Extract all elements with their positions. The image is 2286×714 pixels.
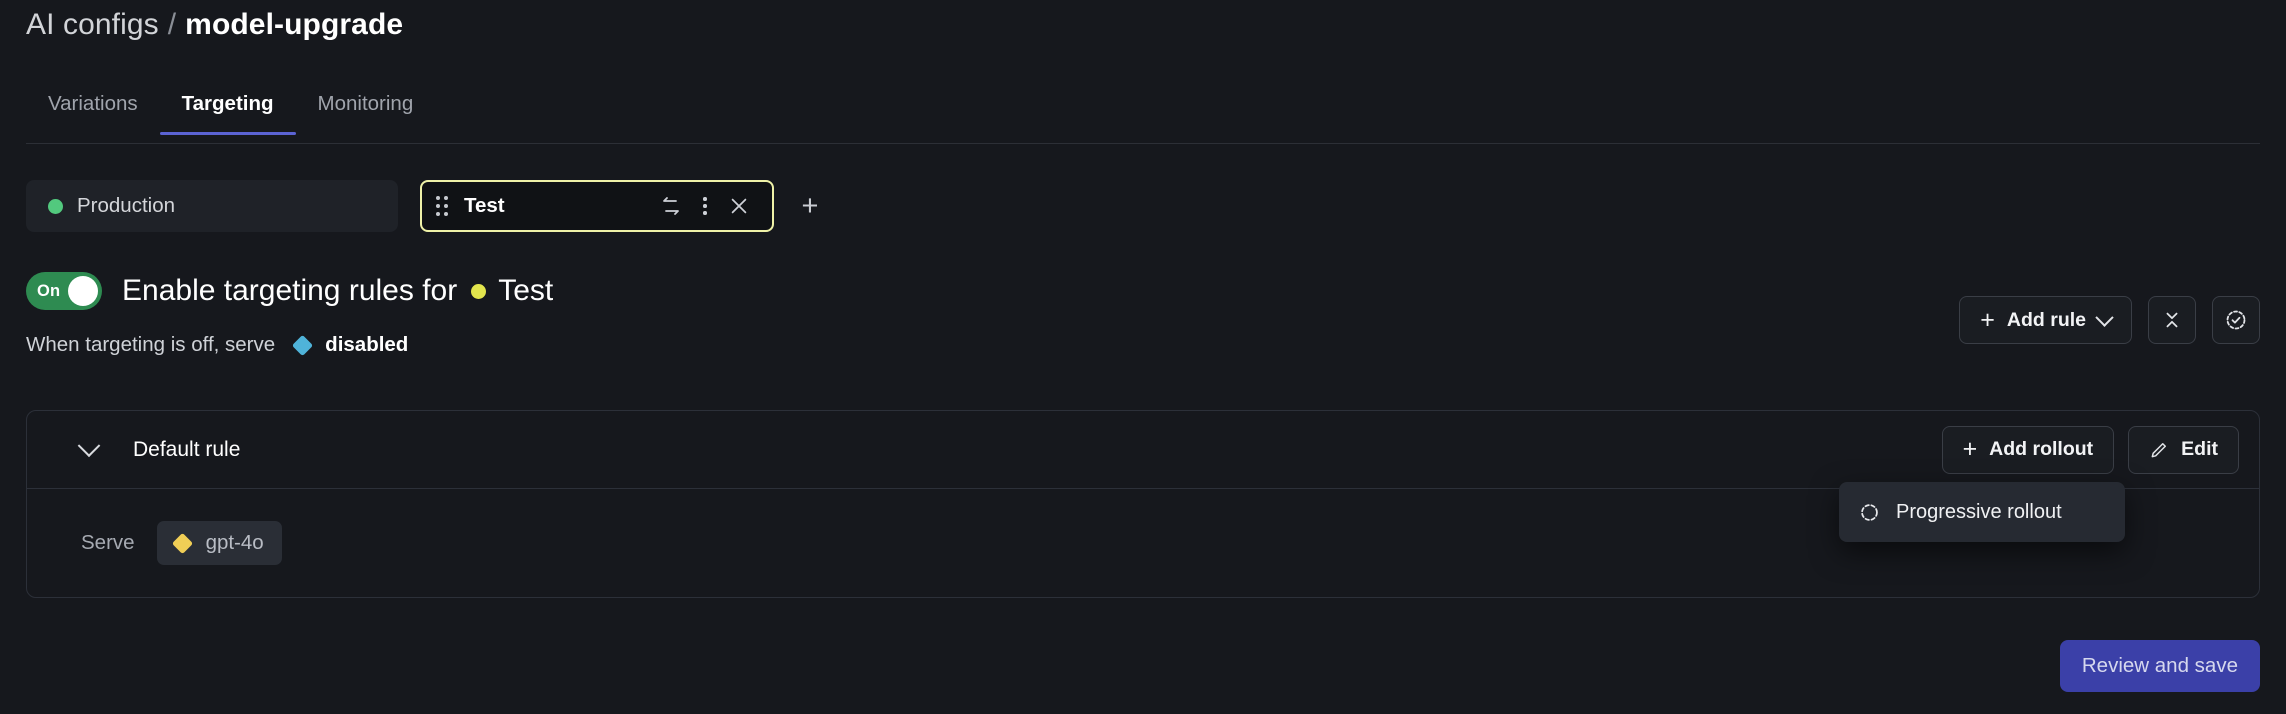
add-rollout-label: Add rollout <box>1989 438 2094 460</box>
targeting-title-text: Enable targeting rules for <box>122 274 458 307</box>
targeting-header: On Enable targeting rules for Test <box>26 272 553 310</box>
environment-tab-production[interactable]: Production <box>26 180 398 232</box>
environment-tab-test-label: Test <box>464 194 505 217</box>
serve-variation-chip[interactable]: gpt-4o <box>156 521 282 565</box>
variation-diamond-icon <box>292 334 314 356</box>
add-rollout-dropdown: Progressive rollout <box>1839 482 2125 542</box>
pencil-icon <box>2149 440 2169 460</box>
tab-monitoring-label: Monitoring <box>317 92 414 115</box>
collapse-all-icon <box>2161 309 2183 331</box>
variation-diamond-icon <box>171 532 193 554</box>
main-tabbar: Variations Targeting Monitoring <box>26 88 2260 144</box>
tab-variations-label: Variations <box>48 92 138 115</box>
toggle-knob <box>68 276 98 306</box>
page-title: Enable targeting rules for Test <box>122 274 553 308</box>
tab-targeting-label: Targeting <box>181 92 274 115</box>
add-environment-button[interactable]: + <box>792 188 828 224</box>
targeting-title-environment: Test <box>498 274 554 307</box>
tab-monitoring[interactable]: Monitoring <box>296 88 436 134</box>
targeting-toggle-state-label: On <box>37 281 61 300</box>
kebab-menu-icon[interactable] <box>688 189 722 223</box>
add-rule-button[interactable]: + Add rule <box>1959 296 2132 344</box>
targeting-off-description: When targeting is off, serve disabled <box>26 333 408 357</box>
menu-item-label: Progressive rollout <box>1896 500 2062 523</box>
breadcrumb: AI configs / model-upgrade <box>26 8 403 42</box>
environment-tabbar: Production Test + <box>26 180 828 232</box>
chevron-down-icon <box>2095 307 2114 327</box>
edit-rule-button[interactable]: Edit <box>2128 425 2239 474</box>
serve-variation-label: gpt-4o <box>205 531 264 554</box>
review-and-save-button[interactable]: Review and save <box>2059 640 2260 692</box>
plus-icon: + <box>1980 305 1995 334</box>
footer-actions: Review and save <box>2059 640 2260 692</box>
breadcrumb-parent-link[interactable]: AI configs <box>26 8 159 42</box>
collapse-all-button[interactable] <box>2148 296 2196 344</box>
tab-variations[interactable]: Variations <box>26 88 160 134</box>
plus-icon: + <box>1962 435 1978 463</box>
breadcrumb-separator: / <box>167 8 177 41</box>
progress-circle-icon <box>1859 502 1880 523</box>
default-rule-actions: + Add rollout Edit <box>1941 425 2239 474</box>
default-rule-header: Default rule + Add rollout Edit <box>27 411 2259 489</box>
close-icon[interactable] <box>722 189 756 223</box>
validate-check-icon <box>2224 308 2248 332</box>
environment-status-dot-icon <box>471 283 487 299</box>
serve-label: Serve <box>81 531 135 554</box>
add-rule-label: Add rule <box>2006 308 2086 331</box>
environment-status-dot-icon <box>48 198 63 214</box>
targeting-off-variation: disabled <box>325 333 409 356</box>
drag-handle-icon[interactable] <box>436 196 448 216</box>
swap-arrows-icon[interactable] <box>654 189 688 223</box>
menu-item-progressive-rollout[interactable]: Progressive rollout <box>1839 490 2125 534</box>
tab-targeting[interactable]: Targeting <box>159 88 296 135</box>
breadcrumb-current: model-upgrade <box>185 8 404 41</box>
edit-label: Edit <box>2181 438 2218 460</box>
default-rule-title: Default rule <box>133 437 241 461</box>
validate-button[interactable] <box>2212 296 2260 344</box>
targeting-off-text: When targeting is off, serve <box>26 333 276 356</box>
add-rollout-button[interactable]: + Add rollout <box>1941 425 2115 474</box>
chevron-down-icon[interactable] <box>77 433 101 457</box>
plus-icon: + <box>801 189 819 222</box>
targeting-header-actions: + Add rule <box>1959 296 2260 344</box>
targeting-toggle[interactable]: On <box>26 272 102 310</box>
targeting-page: AI configs / model-upgrade Variations Ta… <box>0 0 2286 714</box>
environment-tab-test[interactable]: Test <box>420 180 774 232</box>
environment-tab-production-label: Production <box>77 194 176 217</box>
